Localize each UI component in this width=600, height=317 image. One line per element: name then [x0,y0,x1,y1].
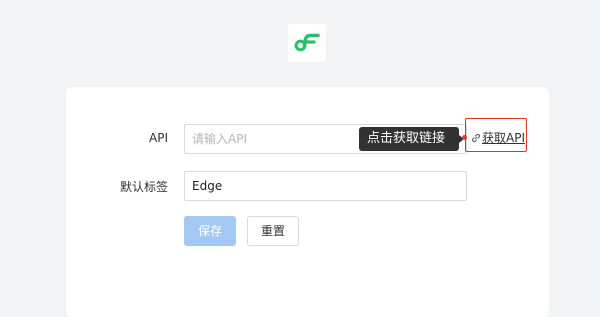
get-api-link[interactable]: 获取API [471,131,525,145]
brand-logo-icon [294,33,320,52]
reset-button[interactable]: 重置 [247,216,299,246]
api-label: API [149,131,168,145]
tooltip: 点击获取链接 [359,127,459,151]
get-api-label: 获取API [482,131,525,145]
default-tag-label: 默认标签 [119,180,168,194]
link-icon [471,133,481,143]
save-button[interactable]: 保存 [184,216,236,246]
default-tag-input[interactable] [184,171,467,201]
app-logo [288,24,326,62]
